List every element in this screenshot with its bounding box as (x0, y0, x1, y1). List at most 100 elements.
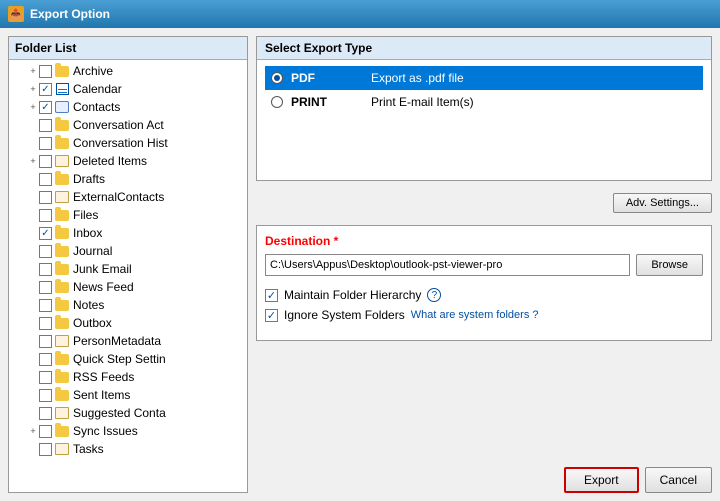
folder-checkbox[interactable] (39, 317, 52, 330)
folder-item-rss-feeds[interactable]: RSS Feeds (9, 368, 247, 386)
folder-item-deleted-items[interactable]: + Deleted Items (9, 152, 247, 170)
radio-btn (271, 96, 283, 108)
folder-label: PersonMetadata (73, 334, 161, 348)
folder-label: Sent Items (73, 388, 130, 402)
folder-icon (54, 118, 70, 132)
folder-checkbox[interactable] (39, 425, 52, 438)
folder-checkbox[interactable] (39, 245, 52, 258)
destination-section: Destination * Browse Maintain Folder Hie… (256, 225, 712, 341)
expand-icon[interactable]: + (27, 83, 39, 95)
folder-item-tasks[interactable]: Tasks (9, 440, 247, 458)
folder-item-external-contacts[interactable]: ExternalContacts (9, 188, 247, 206)
expand-icon[interactable]: + (27, 65, 39, 77)
folder-label: Deleted Items (73, 154, 147, 168)
folder-checkbox[interactable] (39, 389, 52, 402)
destination-input[interactable] (265, 254, 630, 276)
cancel-button[interactable]: Cancel (645, 467, 712, 493)
expand-icon[interactable]: + (27, 425, 39, 437)
folder-checkbox[interactable] (39, 353, 52, 366)
folder-checkbox[interactable] (39, 227, 52, 240)
option-label: PRINT (291, 95, 371, 109)
expand-icon (27, 191, 39, 203)
folder-checkbox[interactable] (39, 137, 52, 150)
maintain-hierarchy-label: Maintain Folder Hierarchy (284, 288, 421, 302)
special-icon (54, 406, 70, 420)
folder-item-notes[interactable]: Notes (9, 296, 247, 314)
dialog-title: Export Option (30, 7, 110, 21)
ignore-system-folders-checkbox[interactable] (265, 309, 278, 322)
folder-item-contacts[interactable]: +Contacts (9, 98, 247, 116)
folder-label: Inbox (73, 226, 102, 240)
expand-icon (27, 281, 39, 293)
folder-item-outbox[interactable]: Outbox (9, 314, 247, 332)
folder-item-suggested-conta[interactable]: Suggested Conta (9, 404, 247, 422)
title-bar: 📤 Export Option (0, 0, 720, 28)
folder-item-junk-email[interactable]: Junk Email (9, 260, 247, 278)
expand-icon (27, 263, 39, 275)
folder-item-news-feed[interactable]: News Feed (9, 278, 247, 296)
folder-checkbox[interactable] (39, 65, 52, 78)
folder-checkbox[interactable] (39, 443, 52, 456)
folder-item-sent-items[interactable]: Sent Items (9, 386, 247, 404)
folder-icon (54, 388, 70, 402)
adv-settings-button[interactable]: Adv. Settings... (613, 193, 712, 213)
folder-checkbox[interactable] (39, 281, 52, 294)
folder-checkbox[interactable] (39, 371, 52, 384)
folder-checkbox[interactable] (39, 83, 52, 96)
folder-item-journal[interactable]: Journal (9, 242, 247, 260)
folder-checkbox[interactable] (39, 101, 52, 114)
expand-icon (27, 389, 39, 401)
folder-label: News Feed (73, 280, 134, 294)
expand-icon (27, 245, 39, 257)
folder-icon (54, 64, 70, 78)
special-icon (54, 190, 70, 204)
folder-item-files[interactable]: Files (9, 206, 247, 224)
folder-item-sync-issues[interactable]: + Sync Issues (9, 422, 247, 440)
folder-checkbox[interactable] (39, 407, 52, 420)
expand-icon (27, 299, 39, 311)
folder-checkbox[interactable] (39, 299, 52, 312)
export-button[interactable]: Export (564, 467, 639, 493)
folder-tree[interactable]: +Archive+Calendar+ContactsConversation A… (9, 60, 247, 492)
folder-label: Files (73, 208, 98, 222)
folder-item-archive[interactable]: +Archive (9, 62, 247, 80)
folder-item-inbox[interactable]: Inbox (9, 224, 247, 242)
folder-item-calendar[interactable]: +Calendar (9, 80, 247, 98)
folder-checkbox[interactable] (39, 173, 52, 186)
folder-icon (54, 298, 70, 312)
folder-checkbox[interactable] (39, 263, 52, 276)
special-icon (54, 442, 70, 456)
maintain-hierarchy-checkbox[interactable] (265, 289, 278, 302)
browse-button[interactable]: Browse (636, 254, 703, 276)
export-type-header: Select Export Type (257, 37, 711, 60)
folder-item-conversation-hist[interactable]: Conversation Hist (9, 134, 247, 152)
folder-item-person-metadata[interactable]: PersonMetadata (9, 332, 247, 350)
folder-checkbox[interactable] (39, 119, 52, 132)
expand-icon[interactable]: + (27, 101, 39, 113)
folder-item-quick-step[interactable]: Quick Step Settin (9, 350, 247, 368)
expand-icon (27, 227, 39, 239)
folder-checkbox[interactable] (39, 155, 52, 168)
folder-item-conversation-act[interactable]: Conversation Act (9, 116, 247, 134)
folder-checkbox[interactable] (39, 209, 52, 222)
folder-icon (54, 136, 70, 150)
expand-icon (27, 317, 39, 329)
option-desc: Export as .pdf file (371, 71, 464, 85)
folder-label: ExternalContacts (73, 190, 164, 204)
calendar-icon (54, 82, 70, 96)
export-option-print[interactable]: PRINTPrint E-mail Item(s) (265, 90, 703, 114)
folder-checkbox[interactable] (39, 191, 52, 204)
folder-panel-header: Folder List (9, 37, 247, 60)
folder-icon (54, 244, 70, 258)
system-folders-help-link[interactable]: What are system folders ? (411, 309, 539, 321)
maintain-hierarchy-help[interactable]: ? (427, 288, 441, 302)
folder-label: Sync Issues (73, 424, 138, 438)
folder-icon (54, 280, 70, 294)
special-icon (54, 154, 70, 168)
folder-item-drafts[interactable]: Drafts (9, 170, 247, 188)
expand-icon (27, 443, 39, 455)
export-option-pdf[interactable]: PDFExport as .pdf file (265, 66, 703, 90)
folder-checkbox[interactable] (39, 335, 52, 348)
expand-icon[interactable]: + (27, 155, 39, 167)
folder-icon (54, 316, 70, 330)
